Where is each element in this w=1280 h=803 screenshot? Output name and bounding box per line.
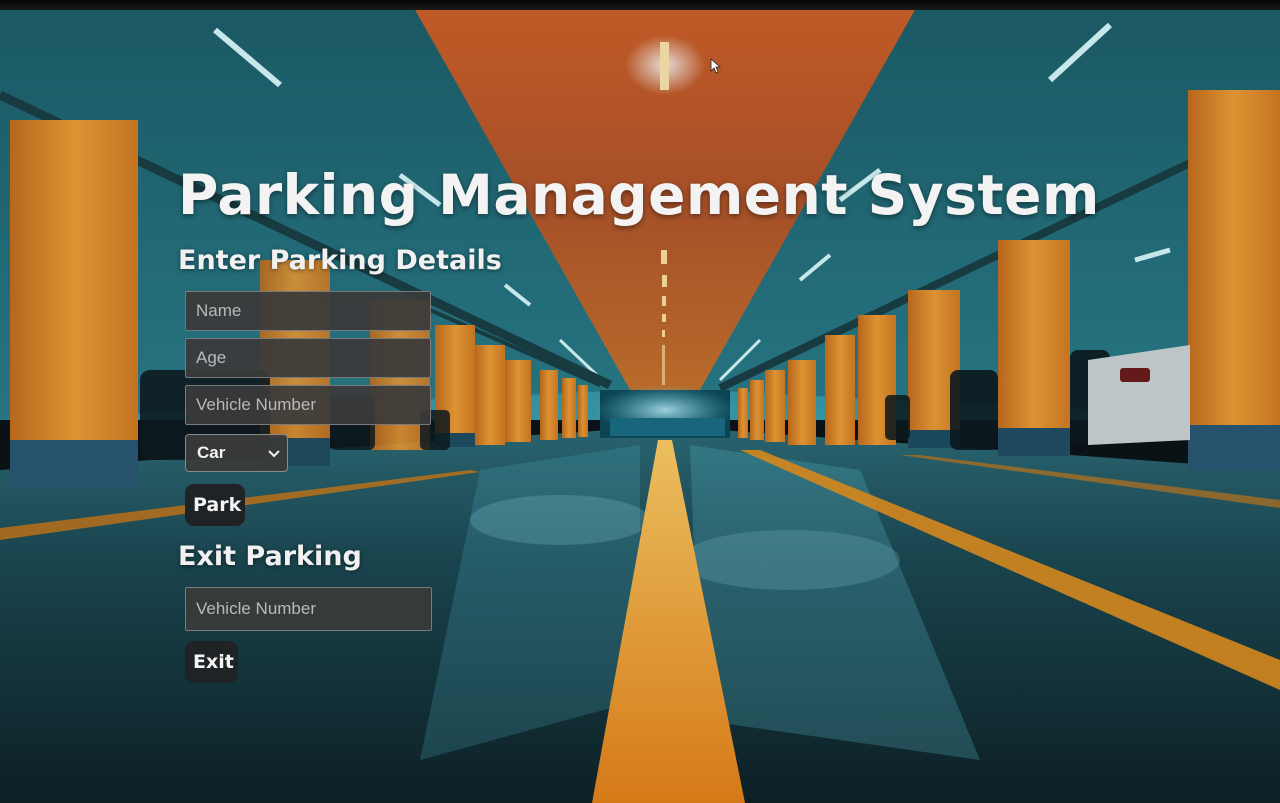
mouse-cursor-icon [710, 58, 722, 74]
age-input[interactable] [185, 338, 431, 378]
exit-button[interactable]: Exit [185, 641, 238, 683]
entry-section-heading: Enter Parking Details [178, 245, 502, 276]
exit-section-heading: Exit Parking [178, 541, 362, 572]
vehicle-type-select[interactable]: Car [185, 434, 288, 472]
park-button[interactable]: Park [185, 484, 245, 526]
parking-app: Parking Management System Enter Parking … [0, 0, 1280, 803]
name-input[interactable] [185, 291, 431, 331]
chevron-down-icon [267, 446, 281, 460]
vehicle-type-value: Car [197, 443, 226, 462]
app-window: Parking Management System Enter Parking … [0, 0, 1280, 803]
vehicle-number-input[interactable] [185, 385, 431, 425]
exit-vehicle-number-input[interactable] [185, 587, 432, 631]
page-title: Parking Management System [178, 163, 1100, 227]
